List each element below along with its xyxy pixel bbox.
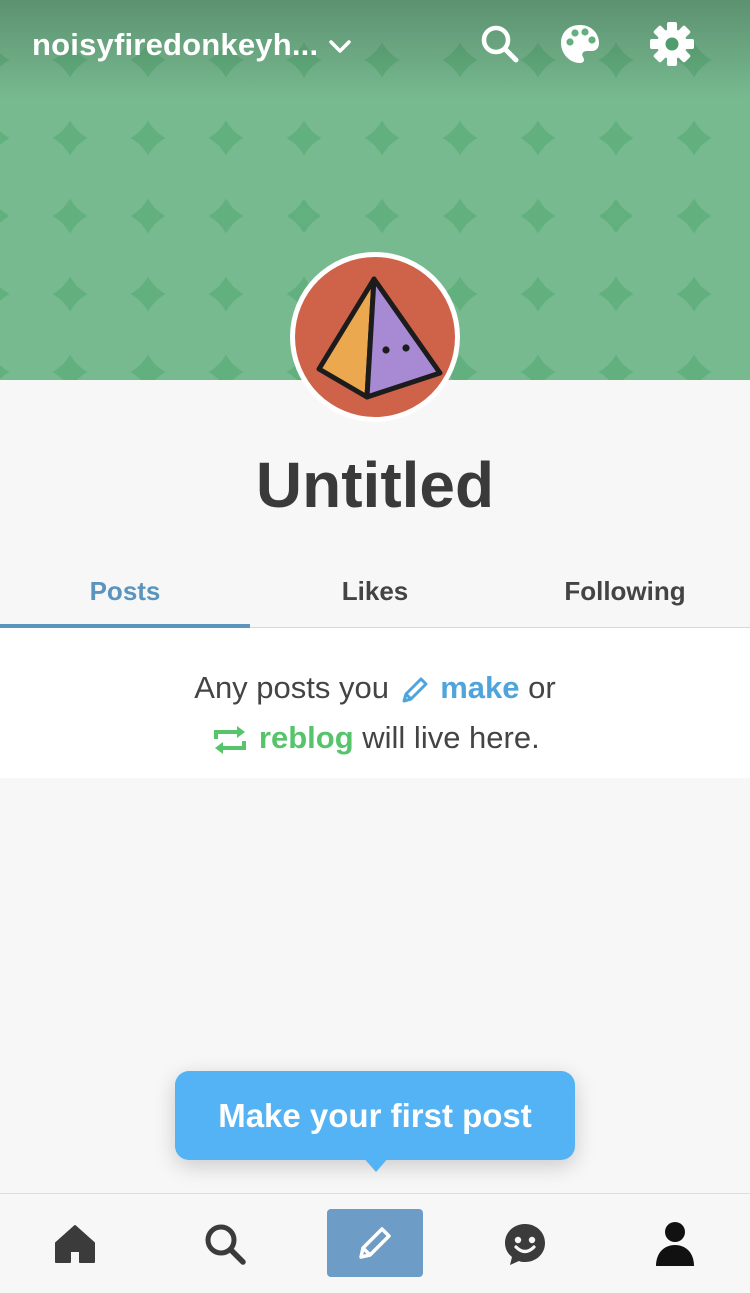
search-icon xyxy=(205,1224,246,1265)
blog-name: noisyfiredonkeyh... xyxy=(32,27,319,62)
empty-text-1: Any posts you xyxy=(194,670,389,705)
nav-home[interactable] xyxy=(27,1194,123,1293)
nav-search[interactable] xyxy=(177,1194,273,1293)
empty-state-line-1: Any posts you make or xyxy=(0,670,750,707)
nav-activity[interactable] xyxy=(477,1194,573,1293)
pencil-icon xyxy=(398,670,441,705)
avatar-image xyxy=(295,257,455,417)
tab-posts[interactable]: Posts xyxy=(0,555,250,628)
empty-text-3: will live here. xyxy=(362,720,540,755)
tooltip-arrow xyxy=(362,1156,390,1172)
tab-following[interactable]: Following xyxy=(500,555,750,627)
palette-icon[interactable] xyxy=(552,16,608,72)
pyramid-avatar-icon xyxy=(316,276,443,400)
reblog-link[interactable]: reblog xyxy=(259,720,354,755)
make-link[interactable]: make xyxy=(440,670,519,705)
activity-icon xyxy=(505,1223,545,1265)
compose-icon xyxy=(359,1227,391,1259)
first-post-tooltip[interactable]: Make your first post xyxy=(175,1071,575,1160)
tooltip-text: Make your first post xyxy=(218,1096,532,1134)
search-icon[interactable] xyxy=(472,16,528,72)
blog-avatar[interactable] xyxy=(290,252,460,422)
home-icon xyxy=(55,1224,95,1263)
blog-title[interactable]: Untitled xyxy=(0,448,750,522)
gear-icon[interactable] xyxy=(644,16,700,72)
bottom-nav xyxy=(0,1193,750,1293)
empty-text-2: or xyxy=(528,670,556,705)
empty-state: Any posts you make or reblog will live h… xyxy=(0,628,750,778)
profile-tabs: Posts Likes Following xyxy=(0,555,750,628)
tab-likes[interactable]: Likes xyxy=(250,555,500,627)
nav-account[interactable] xyxy=(627,1194,723,1293)
empty-state-line-2: reblog will live here. xyxy=(0,720,750,757)
reblog-icon xyxy=(210,720,259,755)
account-icon xyxy=(656,1221,694,1266)
chevron-down-icon xyxy=(328,27,352,63)
compose-button[interactable] xyxy=(327,1209,423,1277)
blog-switcher[interactable]: noisyfiredonkeyh... xyxy=(32,22,352,68)
